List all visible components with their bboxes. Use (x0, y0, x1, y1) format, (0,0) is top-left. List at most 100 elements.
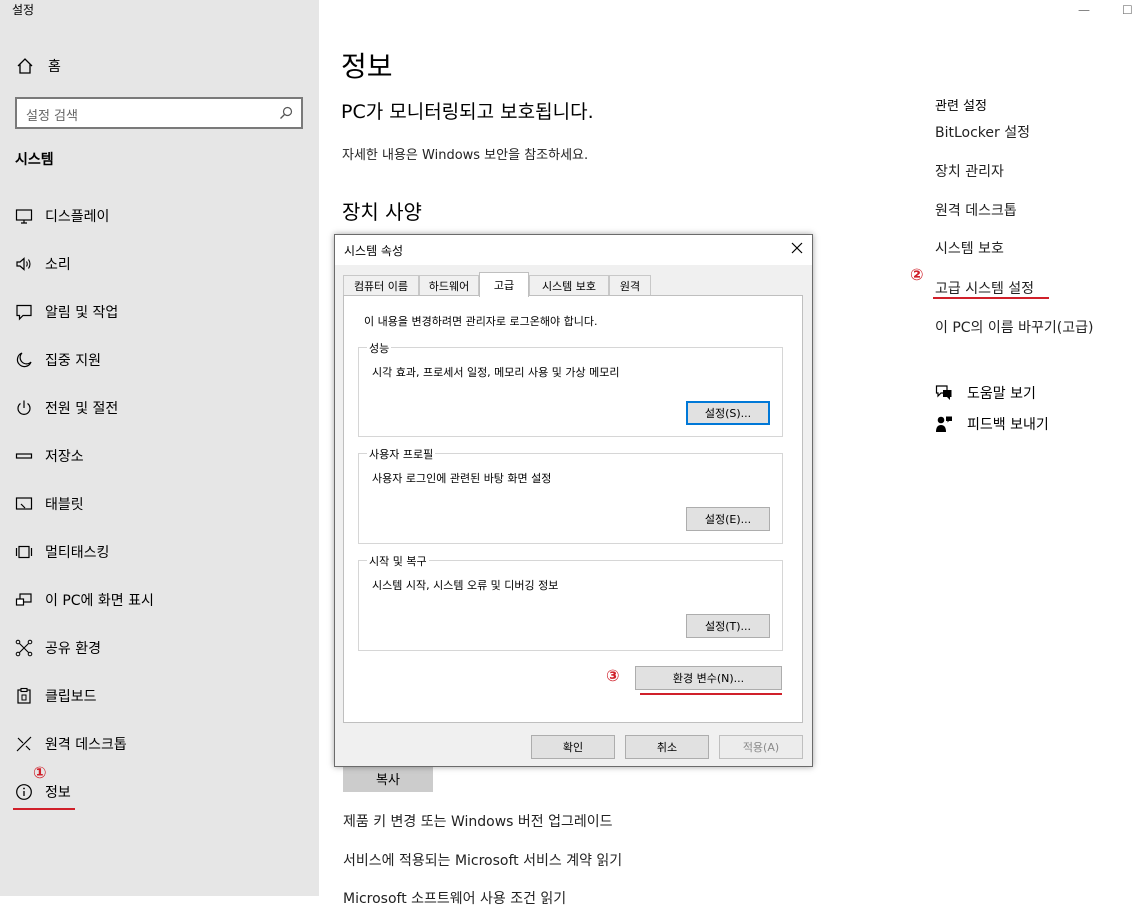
search-placeholder: 설정 검색 (26, 109, 78, 124)
annotation-underline-1 (13, 808, 75, 810)
search-input[interactable]: 설정 검색 (15, 97, 303, 129)
license-terms-link[interactable]: Microsoft 소프트웨어 사용 조건 읽기 (343, 888, 566, 908)
user-profile-desc: 사용자 로그인에 관련된 바탕 화면 설정 (372, 472, 552, 485)
sidebar-item-label: 저장소 (45, 449, 84, 465)
sidebar-item-label: 클립보드 (45, 689, 97, 705)
annotation-marker-2: ② (910, 265, 924, 284)
get-help-label: 도움말 보기 (967, 386, 1036, 402)
performance-settings-button[interactable]: 설정(S)... (686, 401, 770, 425)
system-protection-link[interactable]: 시스템 보호 (935, 238, 1004, 258)
sidebar-item-tablet[interactable]: 태블릿 (15, 492, 84, 516)
security-link[interactable]: 자세한 내용은 Windows 보안을 참조하세요. (342, 144, 588, 163)
dialog-titlebar[interactable]: 시스템 속성 (335, 235, 812, 265)
close-icon[interactable] (790, 241, 804, 255)
tablet-icon (15, 497, 33, 510)
protection-status: PC가 모니터링되고 보호됩니다. (341, 101, 594, 123)
maximize-button[interactable]: ☐ (1122, 3, 1132, 17)
remote-icon (16, 736, 32, 752)
send-feedback-link[interactable]: 피드백 보내기 (935, 414, 1049, 434)
tab-advanced[interactable]: 고급 (479, 272, 529, 297)
sidebar-item-label: 태블릿 (45, 497, 84, 513)
tab-system-protection[interactable]: 시스템 보호 (529, 275, 609, 296)
sidebar-item-label: 공유 환경 (45, 641, 101, 657)
sidebar-item-label: 정보 (45, 785, 71, 801)
power-icon (17, 400, 31, 415)
clipboard-icon (17, 687, 31, 704)
feedback-icon (936, 416, 952, 432)
sidebar-item-label: 집중 지원 (45, 353, 101, 369)
home-icon (17, 58, 33, 74)
device-manager-link[interactable]: 장치 관리자 (935, 161, 1004, 181)
system-properties-dialog: 시스템 속성 컴퓨터 이름 하드웨어 고급 시스템 보호 원격 이 내용을 변경… (334, 234, 813, 767)
device-spec-title: 장치 사양 (342, 200, 422, 224)
annotation-underline-2 (933, 297, 1049, 299)
user-profile-group: 사용자 프로필 사용자 로그인에 관련된 바탕 화면 설정 설정(E)... (358, 446, 783, 544)
sidebar-item-storage[interactable]: 저장소 (15, 444, 84, 468)
sidebar-item-label: 알림 및 작업 (45, 305, 119, 321)
multitasking-icon (15, 545, 33, 559)
bitlocker-link[interactable]: BitLocker 설정 (935, 122, 1030, 142)
notification-icon (16, 304, 32, 321)
service-agreement-link[interactable]: 서비스에 적용되는 Microsoft 서비스 계약 읽기 (343, 850, 622, 870)
info-icon (16, 784, 32, 800)
performance-group: 성능 시각 효과, 프로세서 일정, 메모리 사용 및 가상 메모리 설정(S)… (358, 340, 783, 437)
tab-hardware[interactable]: 하드웨어 (419, 275, 479, 296)
search-icon[interactable] (279, 106, 293, 120)
sidebar-item-notifications[interactable]: 알림 및 작업 (15, 300, 118, 324)
sidebar-item-sound[interactable]: 소리 (15, 252, 71, 276)
sidebar: 설정 홈 설정 검색 시스템 디스플레이 소리 알림 및 작업 집중 지원 전원… (0, 0, 319, 896)
get-help-link[interactable]: 도움말 보기 (935, 383, 1036, 403)
copy-button[interactable]: 복사 (343, 764, 433, 792)
startup-recovery-group-label: 시작 및 복구 (367, 553, 429, 569)
tab-remote[interactable]: 원격 (609, 275, 651, 296)
monitor-icon (15, 209, 33, 224)
tab-computer-name[interactable]: 컴퓨터 이름 (343, 275, 419, 296)
sidebar-item-label: 디스플레이 (45, 209, 110, 225)
ok-button[interactable]: 확인 (531, 735, 615, 759)
app-title: 설정 (12, 3, 35, 17)
apply-button[interactable]: 적용(A) (719, 735, 803, 759)
send-feedback-label: 피드백 보내기 (967, 417, 1049, 433)
page-title: 정보 (341, 50, 393, 83)
sidebar-item-project[interactable]: 이 PC에 화면 표시 (15, 588, 154, 612)
sidebar-item-power[interactable]: 전원 및 절전 (15, 396, 118, 420)
dialog-title: 시스템 속성 (344, 244, 404, 258)
storage-icon (15, 453, 33, 459)
home-link[interactable]: 홈 (16, 55, 61, 77)
sidebar-item-focus-assist[interactable]: 집중 지원 (15, 348, 101, 372)
startup-recovery-desc: 시스템 시작, 시스템 오류 및 디버깅 정보 (372, 579, 559, 592)
environment-variables-button[interactable]: 환경 변수(N)... (635, 666, 782, 690)
annotation-marker-3: ③ (606, 666, 620, 685)
advanced-system-settings-link[interactable]: 고급 시스템 설정 (935, 278, 1034, 298)
speaker-icon (16, 257, 31, 271)
sidebar-item-display[interactable]: 디스플레이 (15, 204, 109, 228)
sidebar-item-label: 이 PC에 화면 표시 (45, 593, 154, 609)
remote-desktop-link[interactable]: 원격 데스크톱 (935, 200, 1017, 220)
project-icon (15, 593, 32, 606)
sidebar-item-clipboard[interactable]: 클립보드 (15, 684, 97, 708)
section-title: 시스템 (15, 152, 54, 168)
sidebar-item-label: 원격 데스크톱 (45, 737, 127, 753)
minimize-button[interactable]: — (1078, 3, 1090, 17)
sidebar-item-label: 소리 (45, 257, 71, 273)
sidebar-item-shared-experiences[interactable]: 공유 환경 (15, 636, 101, 660)
sidebar-item-about[interactable]: 정보 (15, 780, 71, 804)
sidebar-item-label: 멀티태스킹 (45, 545, 110, 561)
annotation-underline-3 (640, 693, 782, 695)
cancel-button[interactable]: 취소 (625, 735, 709, 759)
help-icon (935, 385, 952, 400)
admin-note: 이 내용을 변경하려면 관리자로 로그온해야 합니다. (364, 315, 598, 328)
sidebar-item-multitasking[interactable]: 멀티태스킹 (15, 540, 109, 564)
annotation-marker-1: ① (33, 763, 47, 782)
startup-recovery-settings-button[interactable]: 설정(T)... (686, 614, 770, 638)
user-profile-settings-button[interactable]: 설정(E)... (686, 507, 770, 531)
sidebar-item-label: 전원 및 절전 (45, 401, 119, 417)
upgrade-link[interactable]: 제품 키 변경 또는 Windows 버전 업그레이드 (343, 811, 613, 831)
moon-icon (16, 352, 32, 368)
home-label: 홈 (48, 59, 61, 75)
performance-desc: 시각 효과, 프로세서 일정, 메모리 사용 및 가상 메모리 (372, 366, 620, 379)
rename-pc-link[interactable]: 이 PC의 이름 바꾸기(고급) (935, 317, 1093, 337)
sidebar-item-remote-desktop[interactable]: 원격 데스크톱 (15, 732, 127, 756)
related-settings-title: 관련 설정 (935, 99, 987, 114)
user-profile-group-label: 사용자 프로필 (367, 446, 436, 462)
